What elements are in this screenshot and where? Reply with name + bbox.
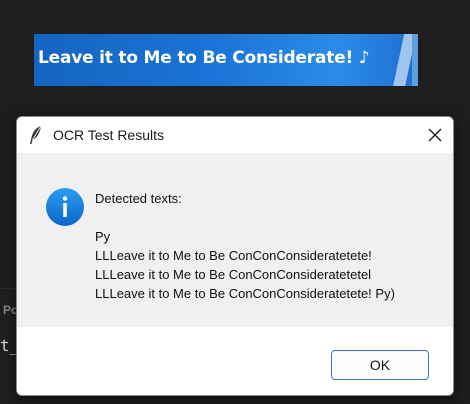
close-icon <box>428 128 442 142</box>
dialog-titlebar[interactable]: OCR Test Results <box>17 117 453 153</box>
banner-text: Leave it to Me to Be Considerate! ♪ <box>38 48 370 68</box>
close-button[interactable] <box>417 117 453 153</box>
dialog-title: OCR Test Results <box>53 127 164 143</box>
banner-edge <box>412 34 418 86</box>
message-line: LLLeave it to Me to Be ConConConsiderate… <box>95 286 395 301</box>
banner-image: Leave it to Me to Be Considerate! ♪ <box>34 34 418 86</box>
message-header: Detected texts: <box>95 191 182 206</box>
info-icon <box>45 187 85 227</box>
message-line: LLLeave it to Me to Be ConConConsiderate… <box>95 267 372 282</box>
ok-button[interactable]: OK <box>331 350 429 380</box>
dialog-footer: OK <box>17 327 453 395</box>
message-dialog: OCR Test Results Detected texts: Py LLLe… <box>16 116 454 396</box>
screen: Leave it to Me to Be Considerate! ♪ Po t… <box>0 0 470 404</box>
dialog-message: Detected texts: Py LLLeave it to Me to B… <box>95 189 445 303</box>
feather-icon <box>29 125 43 145</box>
message-line: Py <box>95 229 111 244</box>
dialog-body: Detected texts: Py LLLeave it to Me to B… <box>17 153 453 327</box>
message-line: LLLeave it to Me to Be ConConConsiderate… <box>95 248 372 263</box>
